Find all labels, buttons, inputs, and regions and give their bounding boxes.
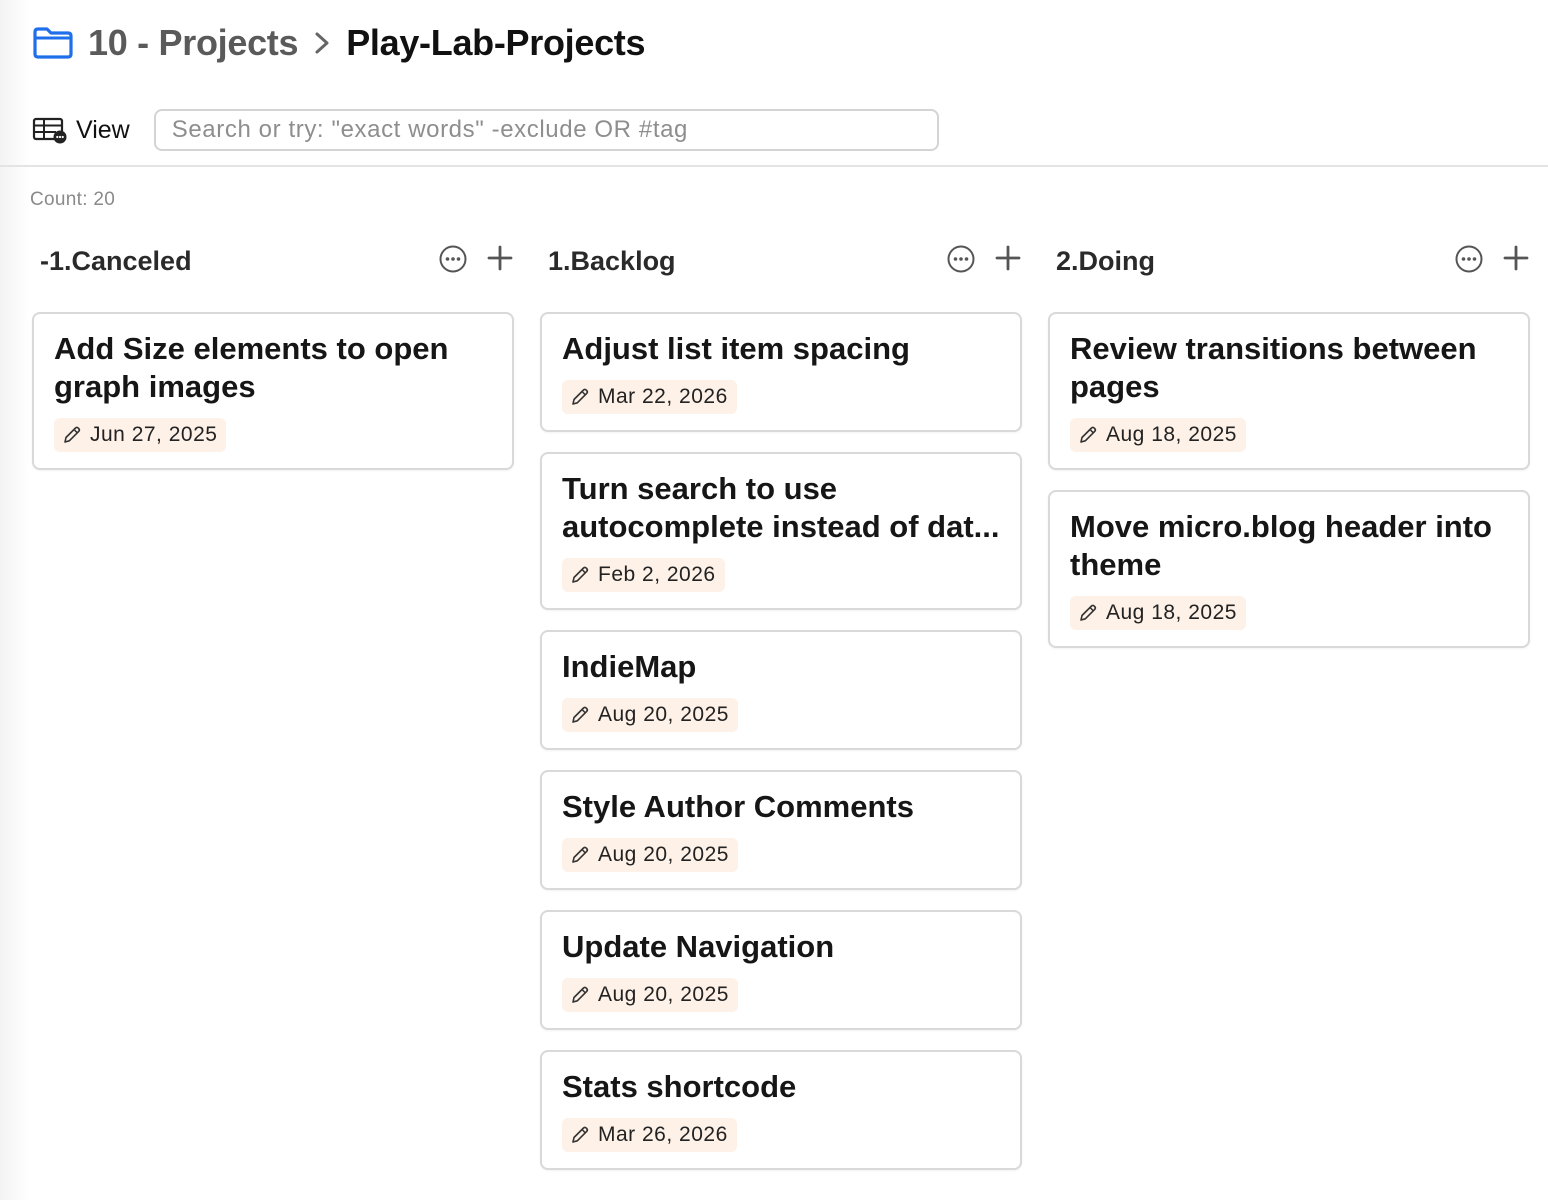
pencil-icon bbox=[570, 565, 590, 585]
card-title: Turn search to use autocomplete instead … bbox=[562, 471, 1000, 544]
card-date: Aug 20, 2025 bbox=[598, 983, 729, 1006]
card-title: Review transitions between pages bbox=[1070, 331, 1477, 404]
column-title: 1.Backlog bbox=[548, 246, 676, 276]
card-title: IndieMap bbox=[562, 649, 697, 684]
breadcrumb: 10 - Projects Play-Lab-Projects bbox=[32, 18, 646, 68]
pencil-icon bbox=[570, 705, 590, 725]
date-chip: Aug 20, 2025 bbox=[562, 698, 738, 732]
app-window: 10 - Projects Play-Lab-Projects View Sea… bbox=[0, 0, 1548, 1200]
kanban-card[interactable]: Update Navigation Aug 20, 2025 bbox=[540, 910, 1022, 1030]
date-chip: Mar 22, 2026 bbox=[562, 380, 737, 414]
kanban-card[interactable]: Move micro.blog header into theme Aug 18… bbox=[1048, 490, 1530, 648]
pencil-icon bbox=[1078, 425, 1098, 445]
date-chip: Aug 18, 2025 bbox=[1070, 596, 1246, 630]
chevron-right-icon bbox=[312, 28, 332, 58]
card-date: Aug 20, 2025 bbox=[598, 703, 729, 726]
column-title: 2.Doing bbox=[1056, 246, 1155, 276]
toolbar-divider bbox=[0, 165, 1548, 167]
card-date: Aug 20, 2025 bbox=[598, 843, 729, 866]
card-date: Feb 2, 2026 bbox=[598, 563, 716, 586]
pencil-icon bbox=[570, 845, 590, 865]
toolbar: View bbox=[32, 106, 939, 154]
card-date: Aug 18, 2025 bbox=[1106, 423, 1237, 446]
date-chip: Mar 26, 2026 bbox=[562, 1118, 737, 1152]
card-date: Jun 27, 2025 bbox=[90, 423, 218, 446]
pencil-icon bbox=[570, 985, 590, 1005]
plus-icon[interactable] bbox=[1502, 244, 1530, 272]
date-chip: Aug 20, 2025 bbox=[562, 838, 738, 872]
kanban-card[interactable]: IndieMap Aug 20, 2025 bbox=[540, 630, 1022, 750]
plus-icon[interactable] bbox=[486, 244, 514, 272]
kanban-card[interactable]: Add Size elements to open graph images J… bbox=[32, 312, 514, 470]
column-header: -1.Canceled bbox=[32, 238, 514, 288]
breadcrumb-current: Play-Lab-Projects bbox=[346, 22, 646, 63]
kanban-card[interactable]: Style Author Comments Aug 20, 2025 bbox=[540, 770, 1022, 890]
date-chip: Aug 18, 2025 bbox=[1070, 418, 1246, 452]
board-column-backlog: 1.Backlog Adjust list item spacing Mar 2… bbox=[540, 238, 1022, 1170]
card-title: Move micro.blog header into theme bbox=[1070, 509, 1492, 582]
column-header: 2.Doing bbox=[1048, 238, 1530, 288]
kanban-card[interactable]: Adjust list item spacing Mar 22, 2026 bbox=[540, 312, 1022, 432]
card-date: Mar 26, 2026 bbox=[598, 1123, 728, 1146]
card-title: Update Navigation bbox=[562, 929, 835, 964]
kanban-card[interactable]: Stats shortcode Mar 26, 2026 bbox=[540, 1050, 1022, 1170]
view-button[interactable]: View bbox=[32, 116, 130, 145]
plus-icon[interactable] bbox=[994, 244, 1022, 272]
column-title: -1.Canceled bbox=[40, 246, 192, 276]
folder-icon bbox=[32, 26, 74, 60]
kanban-card[interactable]: Review transitions between pages Aug 18,… bbox=[1048, 312, 1530, 470]
board-column-canceled: -1.Canceled Add Size elements to open gr… bbox=[32, 238, 514, 470]
pencil-icon bbox=[62, 425, 82, 445]
more-icon[interactable] bbox=[1454, 244, 1484, 274]
view-label: View bbox=[76, 115, 130, 144]
pencil-icon bbox=[570, 1125, 590, 1145]
date-chip: Feb 2, 2026 bbox=[562, 558, 725, 592]
pencil-icon bbox=[570, 387, 590, 407]
card-title: Style Author Comments bbox=[562, 789, 914, 824]
more-icon[interactable] bbox=[438, 244, 468, 274]
card-title: Stats shortcode bbox=[562, 1069, 797, 1104]
table-view-icon bbox=[32, 116, 68, 144]
pencil-icon bbox=[1078, 603, 1098, 623]
column-header: 1.Backlog bbox=[540, 238, 1022, 288]
breadcrumb-parent[interactable]: 10 - Projects bbox=[88, 22, 299, 64]
count-label: Count: 20 bbox=[30, 189, 116, 210]
card-date: Aug 18, 2025 bbox=[1106, 601, 1237, 624]
kanban-card[interactable]: Turn search to use autocomplete instead … bbox=[540, 452, 1022, 610]
board-column-doing: 2.Doing Review transitions between pages… bbox=[1048, 238, 1530, 648]
card-date: Mar 22, 2026 bbox=[598, 385, 728, 408]
card-title: Adjust list item spacing bbox=[562, 331, 910, 366]
date-chip: Jun 27, 2025 bbox=[54, 418, 227, 452]
card-title: Add Size elements to open graph images bbox=[54, 331, 449, 404]
date-chip: Aug 20, 2025 bbox=[562, 978, 738, 1012]
search-input[interactable] bbox=[153, 109, 939, 151]
more-icon[interactable] bbox=[946, 244, 976, 274]
